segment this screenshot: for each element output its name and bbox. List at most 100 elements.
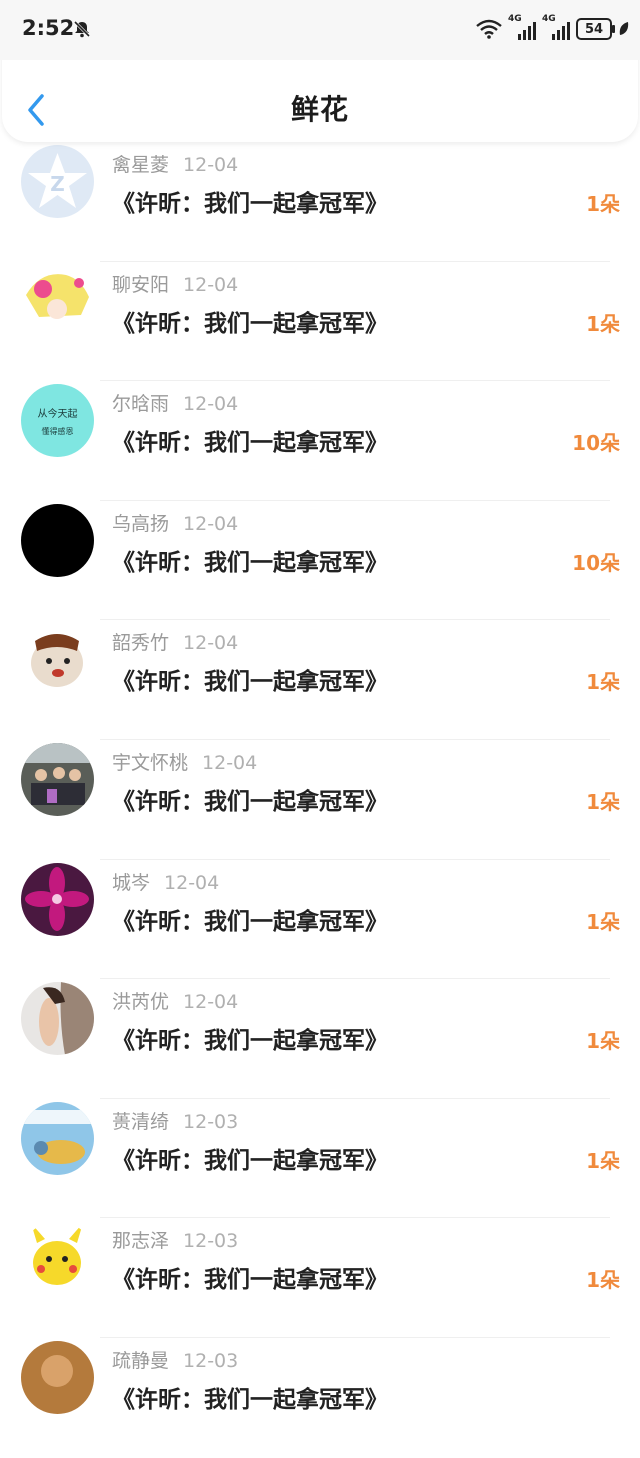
avatar-text: 懂得感恩: [42, 426, 74, 436]
list-item[interactable]: 韶秀竹 12-04 《许昕：我们一起拿冠军》 1朵: [0, 620, 640, 740]
avatar[interactable]: [21, 1221, 94, 1295]
gift-title: 《许昕：我们一起拿冠军》: [112, 1028, 388, 1055]
flower-count: 1朵: [586, 1148, 620, 1173]
sender-name: 疏静曼: [112, 1349, 170, 1372]
avatar-image: [21, 1101, 94, 1175]
sender-name: 宇文怀桃: [112, 751, 189, 774]
list-item[interactable]: 宇文怀桃 12-04 《许昕：我们一起拿冠军》 1朵: [0, 740, 640, 860]
flower-count: 1朵: [586, 1029, 620, 1054]
flower-count: 10朵: [572, 550, 620, 575]
list-item[interactable]: 洪芮优 12-04 《许昕：我们一起拿冠军》 1朵: [0, 979, 640, 1099]
svg-text:Z: Z: [50, 172, 65, 196]
avatar[interactable]: [21, 982, 94, 1056]
flower-count: 1朵: [586, 1268, 620, 1293]
sender-meta: 那志泽 12-03: [112, 1226, 238, 1253]
sender-name: 洪芮优: [112, 991, 170, 1014]
sender-name: 韶秀竹: [112, 632, 170, 655]
wifi-icon: [476, 19, 502, 39]
flower-count: 1朵: [586, 192, 620, 216]
list-item[interactable]: 那志泽 12-03 《许昕：我们一起拿冠军》 1朵: [0, 1218, 640, 1338]
avatar-image: [21, 264, 94, 338]
gift-title: 《许昕：我们一起拿冠军》: [112, 191, 388, 217]
list-item[interactable]: 城岑 12-04 《许昕：我们一起拿冠军》 1朵: [0, 860, 640, 980]
send-date: 12-04: [183, 154, 239, 176]
send-date: 12-04: [183, 512, 239, 535]
sender-meta: 尔晗雨 12-04: [112, 389, 238, 416]
flower-record-list: Z 禽星菱 12-04 《许昕：我们一起拿冠军》 1朵 聊安阳 12-04 《许昕：…: [0, 142, 640, 1458]
sender-meta: 乌高扬 12-04: [112, 509, 238, 536]
avatar-image: [21, 982, 94, 1056]
send-date: 12-04: [183, 273, 239, 296]
battery-level: 54: [584, 21, 604, 37]
avatar-image: [21, 1221, 94, 1295]
avatar[interactable]: [21, 1101, 94, 1175]
send-date: 12-04: [183, 393, 239, 416]
sender-name: 禽星菱: [112, 154, 170, 176]
sender-name: 那志泽: [112, 1230, 170, 1253]
sender-meta: 聊安阳 12-04: [112, 270, 238, 297]
send-date: 12-03: [183, 1110, 239, 1133]
gift-title: 《许昕：我们一起拿冠军》: [112, 549, 388, 576]
sender-name: 乌高扬: [112, 512, 170, 535]
status-bar: 2:52 4G 4G 54: [0, 0, 640, 60]
avatar[interactable]: [21, 623, 94, 697]
list-item[interactable]: 从今天起 懂得感恩 尔晗雨 12-04 《许昕：我们一起拿冠军》 10朵: [0, 381, 640, 501]
flower-count: 1朵: [586, 789, 620, 814]
flower-count: 1朵: [586, 670, 620, 695]
gift-title: 《许昕：我们一起拿冠军》: [112, 1147, 388, 1174]
avatar-image: [21, 623, 94, 697]
send-date: 12-04: [202, 751, 258, 774]
sender-meta: 蒉清绮 12-03: [112, 1107, 238, 1134]
sender-name: 城岑: [112, 871, 151, 894]
sender-meta: 禽星菱 12-04: [112, 150, 238, 177]
avatar[interactable]: Z: [21, 145, 94, 218]
sender-meta: 宇文怀桃 12-04: [112, 748, 257, 775]
list-item[interactable]: 乌高扬 12-04 《许昕：我们一起拿冠军》 10朵: [0, 501, 640, 621]
flower-count: 10朵: [572, 431, 620, 456]
send-date: 12-04: [164, 871, 220, 894]
cellular-signal-1-icon: 4G: [508, 14, 536, 40]
cellular-signal-2-icon: 4G: [542, 14, 570, 40]
send-date: 12-03: [183, 1349, 239, 1372]
avatar-image: 从今天起 懂得感恩: [21, 384, 94, 458]
bell-off-icon: [73, 20, 91, 38]
avatar[interactable]: [21, 1340, 94, 1414]
list-item[interactable]: Z 禽星菱 12-04 《许昕：我们一起拿冠军》 1朵: [0, 142, 640, 262]
send-date: 12-03: [183, 1230, 239, 1253]
avatar-image: [21, 862, 94, 936]
avatar[interactable]: [21, 503, 94, 577]
flower-count: 1朵: [586, 909, 620, 934]
flower-count: 1朵: [586, 311, 620, 336]
list-item[interactable]: 聊安阳 12-04 《许昕：我们一起拿冠军》 1朵: [0, 262, 640, 382]
avatar-image: [21, 742, 94, 816]
avatar-image: [21, 503, 94, 577]
sender-meta: 疏静曼 12-03: [112, 1346, 238, 1373]
sender-name: 尔晗雨: [112, 393, 170, 416]
star-logo-icon: Z: [21, 145, 94, 218]
gift-title: 《许昕：我们一起拿冠军》: [112, 788, 388, 815]
gift-title: 《许昕：我们一起拿冠军》: [112, 430, 388, 457]
sender-name: 蒉清绮: [112, 1110, 170, 1133]
send-date: 12-04: [183, 991, 239, 1014]
gift-title: 《许昕：我们一起拿冠军》: [112, 908, 388, 935]
sender-name: 聊安阳: [112, 273, 170, 296]
sender-meta: 洪芮优 12-04: [112, 987, 238, 1014]
gift-title: 《许昕：我们一起拿冠军》: [112, 1386, 388, 1413]
avatar[interactable]: 从今天起 懂得感恩: [21, 384, 94, 458]
status-time: 2:52: [22, 16, 75, 40]
list-item[interactable]: 疏静曼 12-03 《许昕：我们一起拿冠军》: [0, 1338, 640, 1458]
leaf-icon: [619, 22, 629, 35]
page-title: 鲜花: [290, 93, 349, 126]
sender-meta: 城岑 12-04: [112, 868, 219, 895]
avatar[interactable]: [21, 742, 94, 816]
sender-meta: 韶秀竹 12-04: [112, 628, 238, 655]
gift-title: 《许昕：我们一起拿冠军》: [112, 1267, 388, 1294]
gift-title: 《许昕：我们一起拿冠军》: [112, 669, 388, 696]
battery-icon: 54: [576, 18, 615, 40]
list-item[interactable]: 蒉清绮 12-03 《许昕：我们一起拿冠军》 1朵: [0, 1099, 640, 1219]
gift-title: 《许昕：我们一起拿冠军》: [112, 310, 388, 337]
avatar[interactable]: [21, 862, 94, 936]
avatar-image: [21, 1340, 94, 1414]
send-date: 12-04: [183, 632, 239, 655]
avatar[interactable]: [21, 264, 94, 338]
